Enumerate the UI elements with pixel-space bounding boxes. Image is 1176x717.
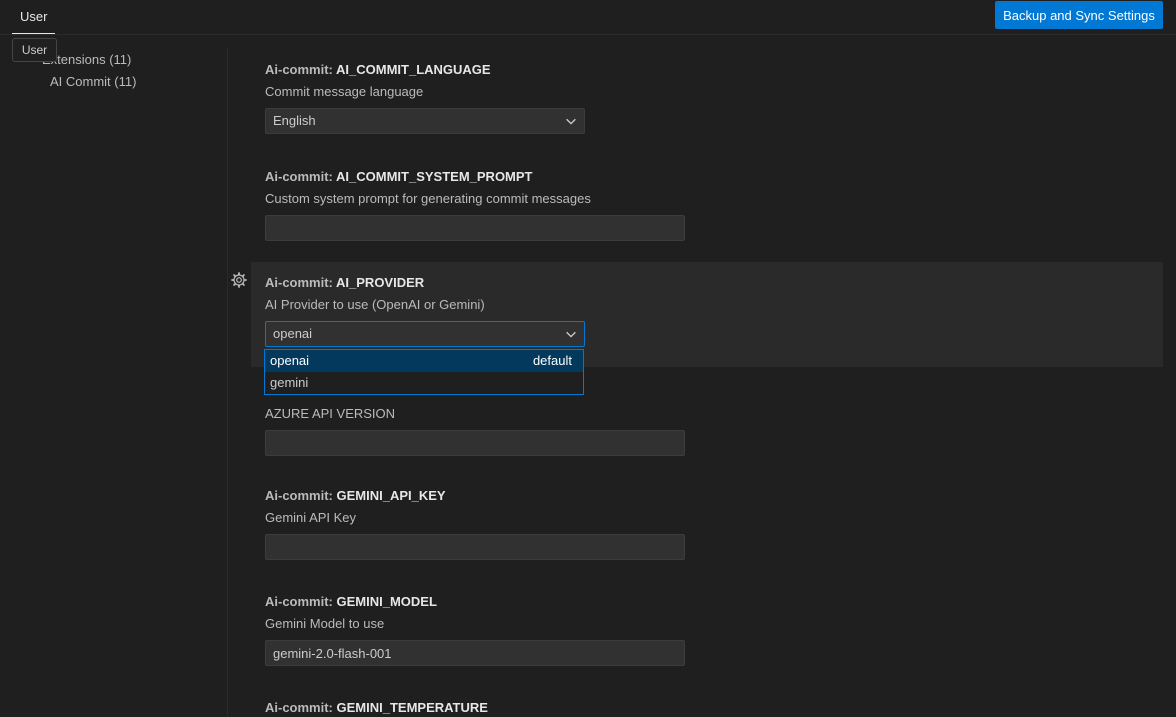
setting-title: Ai-commit: GEMINI_MODEL [265, 594, 1163, 609]
setting-category: Ai-commit: [265, 275, 337, 290]
settings-header: User Backup and Sync Settings [0, 0, 1176, 35]
setting-category: Ai-commit: [265, 594, 337, 609]
setting-description: Commit message language [265, 84, 424, 99]
setting-category: Ai-commit: [265, 488, 337, 503]
setting-key: AI_PROVIDER [336, 275, 425, 290]
setting-title: Ai-commit: AI_PROVIDER [265, 275, 1163, 290]
chevron-down-icon [566, 118, 576, 125]
gemini-model-input[interactable] [265, 640, 685, 666]
azure-api-version-input[interactable] [265, 430, 685, 456]
setting-category: Ai-commit: [265, 169, 337, 184]
setting-azure-api-version: AZURE API VERSION [251, 406, 1163, 466]
setting-description: Gemini API Key [265, 510, 357, 525]
settings-toc-sidebar: Extensions (11) AI Commit (11) [0, 48, 228, 717]
setting-category: Ai-commit: [265, 700, 337, 715]
dropdown-option-gemini[interactable]: gemini [265, 372, 583, 394]
setting-description: AI Provider to use (OpenAI or Gemini) [265, 297, 485, 312]
setting-gemini-api-key: Ai-commit: GEMINI_API_KEY Gemini API Key [251, 488, 1163, 568]
setting-ai-commit-language: Ai-commit: AI_COMMIT_LANGUAGE Commit mes… [251, 62, 1163, 152]
backup-and-sync-button[interactable]: Backup and Sync Settings [995, 1, 1163, 29]
chevron-down-icon [566, 331, 576, 338]
setting-key: GEMINI_API_KEY [336, 488, 446, 503]
setting-category: Ai-commit: [265, 62, 337, 77]
setting-description: Gemini Model to use [265, 616, 385, 631]
setting-key: AI_COMMIT_LANGUAGE [336, 62, 491, 77]
setting-title: Ai-commit: GEMINI_TEMPERATURE [265, 700, 1163, 715]
provider-dropdown-list: openai default gemini [264, 349, 584, 395]
setting-title: Ai-commit: AI_COMMIT_LANGUAGE [265, 62, 1163, 77]
tab-user[interactable]: User [12, 0, 56, 34]
setting-description: Custom system prompt for generating comm… [265, 191, 591, 206]
language-select[interactable]: English [265, 108, 585, 134]
setting-title: Ai-commit: GEMINI_API_KEY [265, 488, 1163, 503]
setting-gemini-model: Ai-commit: GEMINI_MODEL Gemini Model to … [251, 594, 1163, 674]
default-badge: default [532, 353, 572, 368]
system-prompt-input[interactable] [265, 215, 685, 241]
setting-key: GEMINI_TEMPERATURE [336, 700, 488, 715]
user-tooltip: User [12, 38, 57, 62]
dropdown-option-openai[interactable]: openai default [265, 350, 583, 372]
option-label: gemini [270, 375, 309, 390]
setting-title: Ai-commit: AI_COMMIT_SYSTEM_PROMPT [265, 169, 1163, 184]
setting-key: AI_COMMIT_SYSTEM_PROMPT [336, 169, 533, 184]
option-label: openai [270, 353, 310, 368]
sidebar-item-ai-commit[interactable]: AI Commit (11) [50, 74, 136, 89]
settings-editor: User Backup and Sync Settings User Exten… [0, 0, 1176, 717]
setting-description: AZURE API VERSION [265, 406, 396, 421]
select-value: openai [273, 326, 313, 341]
gemini-api-key-input[interactable] [265, 534, 685, 560]
provider-select[interactable]: openai [265, 321, 585, 347]
setting-key: GEMINI_MODEL [336, 594, 437, 609]
gear-icon[interactable] [231, 272, 247, 288]
setting-gemini-temperature: Ai-commit: GEMINI_TEMPERATURE [251, 700, 1163, 717]
select-value: English [273, 113, 316, 128]
setting-ai-commit-system-prompt: Ai-commit: AI_COMMIT_SYSTEM_PROMPT Custo… [251, 169, 1163, 259]
